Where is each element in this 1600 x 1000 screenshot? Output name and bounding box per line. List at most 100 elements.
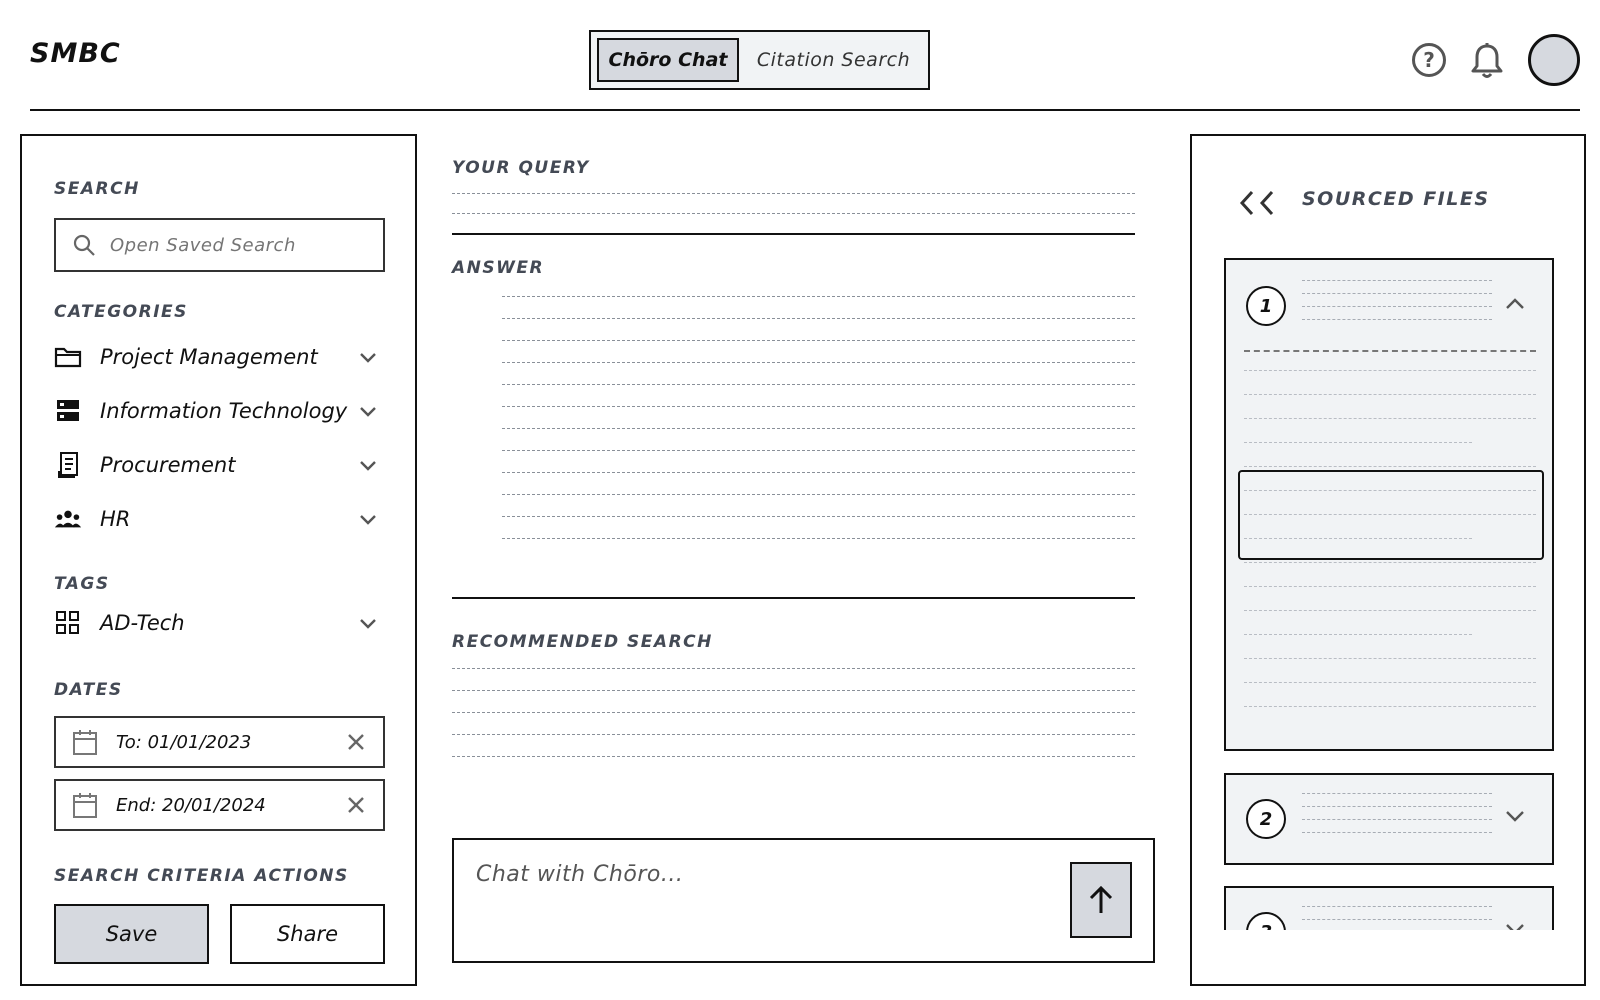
chevron-down-icon[interactable] <box>357 508 379 530</box>
chevron-down-icon[interactable] <box>357 454 379 476</box>
category-hr[interactable]: HR <box>54 499 379 539</box>
placeholder-text-line <box>1302 280 1492 281</box>
category-label: Procurement <box>100 453 236 477</box>
placeholder-text-line <box>1302 906 1492 907</box>
recommended-placeholder-block <box>452 668 1135 768</box>
filters-panel: SEARCH CATEGORIES Project Management Inf… <box>20 134 417 986</box>
file-title-placeholder <box>1302 280 1492 332</box>
saved-search-input[interactable] <box>110 234 360 256</box>
placeholder-text-line <box>1302 293 1492 294</box>
categories-heading: CATEGORIES <box>54 302 188 322</box>
highlighted-citation[interactable] <box>1238 470 1544 560</box>
sourced-files-panel: SOURCED FILES 1 2 3 <box>1190 134 1586 986</box>
placeholder-text-line <box>502 428 1135 429</box>
placeholder-text-line <box>1244 658 1536 659</box>
chevron-down-icon[interactable] <box>357 346 379 368</box>
category-label: Information Technology <box>100 399 348 423</box>
chevron-down-icon[interactable] <box>1504 807 1526 825</box>
tab-citation-search[interactable]: Citation Search <box>745 38 922 82</box>
send-button[interactable] <box>1070 862 1132 938</box>
section-divider <box>452 597 1135 599</box>
placeholder-text-line <box>1244 706 1536 707</box>
placeholder-text-line <box>452 712 1135 713</box>
clear-icon[interactable] <box>345 731 367 753</box>
sourced-files-heading: SOURCED FILES <box>1302 188 1490 210</box>
tab-choro-chat[interactable]: Chōro Chat <box>597 38 739 82</box>
chevron-up-icon[interactable] <box>1504 294 1526 312</box>
chat-input[interactable]: Chat with Chōro... <box>452 838 1155 963</box>
chat-placeholder: Chat with Chōro... <box>476 862 684 887</box>
collapse-double-chevron-icon[interactable] <box>1234 188 1282 218</box>
placeholder-text-line <box>452 734 1135 735</box>
placeholder-text-line <box>502 296 1135 297</box>
save-button[interactable]: Save <box>54 904 209 964</box>
file-card-2[interactable]: 2 <box>1224 773 1554 865</box>
category-project-management[interactable]: Project Management <box>54 337 379 377</box>
category-label: HR <box>100 507 131 531</box>
category-procurement[interactable]: Procurement <box>54 445 379 485</box>
date-from-field[interactable]: To: 01/01/2023 <box>54 716 385 768</box>
file-title-placeholder <box>1302 793 1492 845</box>
arrow-up-icon <box>1089 885 1113 913</box>
receipt-icon <box>54 451 82 479</box>
placeholder-text-line <box>502 516 1135 517</box>
calendar-icon <box>73 730 97 755</box>
clear-icon[interactable] <box>345 794 367 816</box>
search-criteria-actions-heading: SEARCH CRITERIA ACTIONS <box>54 866 349 886</box>
file-number-badge: 1 <box>1246 286 1286 326</box>
placeholder-text-line <box>1244 682 1536 683</box>
placeholder-text-line <box>502 384 1135 385</box>
your-query-heading: YOUR QUERY <box>452 158 590 178</box>
placeholder-text-line <box>452 668 1135 669</box>
placeholder-text-line <box>1244 610 1536 611</box>
placeholder-text-line <box>1302 793 1492 794</box>
placeholder-text-line <box>502 450 1135 451</box>
placeholder-text-line <box>1244 394 1536 395</box>
tag-ad-tech[interactable]: AD-Tech <box>54 603 379 643</box>
placeholder-text-line <box>502 406 1135 407</box>
help-icon[interactable]: ? <box>1412 43 1446 77</box>
recommended-search-heading: RECOMMENDED SEARCH <box>452 632 713 652</box>
grid-icon <box>54 609 82 637</box>
file-number-badge: 2 <box>1246 799 1286 839</box>
answer-heading: ANSWER <box>452 258 545 278</box>
header-divider <box>30 109 1580 111</box>
avatar[interactable] <box>1528 34 1580 86</box>
people-icon <box>54 505 82 533</box>
query-placeholder-line <box>452 193 1135 194</box>
placeholder-text-line <box>1244 586 1536 587</box>
chevron-down-icon[interactable] <box>357 400 379 422</box>
placeholder-text-line <box>1302 819 1492 820</box>
placeholder-text-line <box>502 538 1135 539</box>
search-heading: SEARCH <box>54 179 140 199</box>
file-card-1[interactable]: 1 <box>1224 258 1554 751</box>
category-label: Project Management <box>100 345 318 369</box>
app-logo: SMBC <box>30 38 121 69</box>
placeholder-text-line <box>1244 466 1536 467</box>
placeholder-text-line <box>1244 634 1472 635</box>
placeholder-text-line <box>1302 306 1492 307</box>
placeholder-text-line <box>1244 370 1536 371</box>
chevron-down-icon[interactable] <box>357 612 379 634</box>
section-divider <box>452 233 1135 235</box>
panel-scroll-mask <box>1192 930 1584 984</box>
date-end-field[interactable]: End: 20/01/2024 <box>54 779 385 831</box>
category-information-technology[interactable]: Information Technology <box>54 391 379 431</box>
query-placeholder-line <box>452 213 1135 214</box>
search-icon <box>73 234 95 256</box>
saved-search-field[interactable] <box>54 218 385 272</box>
placeholder-text-line <box>1244 442 1472 443</box>
placeholder-text-line <box>1244 418 1536 419</box>
placeholder-text-line <box>502 472 1135 473</box>
tag-label: AD-Tech <box>100 611 185 635</box>
folder-icon <box>54 343 82 371</box>
file-header-divider <box>1244 350 1536 352</box>
answer-placeholder-block <box>502 296 1135 556</box>
dates-heading: DATES <box>54 680 123 700</box>
placeholder-text-line <box>1302 319 1492 320</box>
placeholder-text-line <box>502 340 1135 341</box>
placeholder-text-line <box>1302 919 1492 920</box>
tags-heading: TAGS <box>54 574 110 594</box>
share-button[interactable]: Share <box>230 904 385 964</box>
bell-icon[interactable] <box>1470 42 1504 80</box>
